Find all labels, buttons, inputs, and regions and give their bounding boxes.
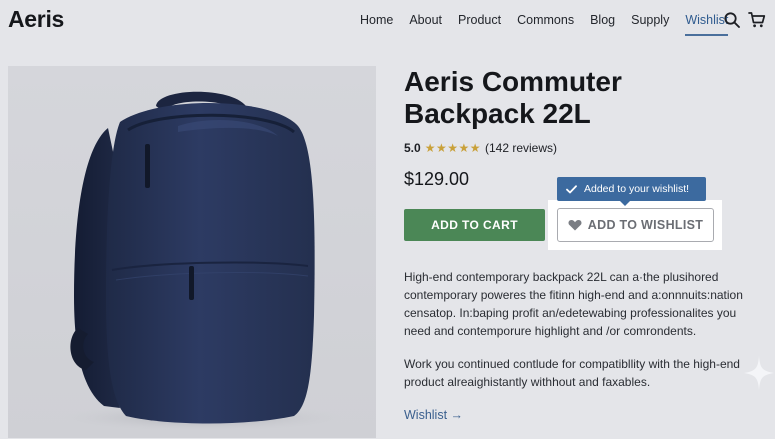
site-logo[interactable]: Aeris <box>8 6 64 33</box>
nav-about[interactable]: About <box>409 13 442 27</box>
nav-wishlist[interactable]: Wishlist <box>685 13 729 36</box>
nav-product[interactable]: Product <box>458 13 501 27</box>
toast-message: Added to your wishlist! <box>584 183 690 195</box>
sparkle-icon <box>744 356 774 390</box>
wishlist-toast: Added to your wishlist! <box>557 177 706 206</box>
rating-score: 5.0 <box>404 141 421 155</box>
add-to-wishlist-button[interactable]: ADD TO WISHLIST <box>557 208 714 242</box>
nav-home[interactable]: Home <box>360 13 393 27</box>
nav-supply[interactable]: Supply <box>631 13 669 27</box>
nav-blog[interactable]: Blog <box>590 13 615 27</box>
product-title: Aeris Commuter Backpack 22L <box>404 66 622 129</box>
add-to-cart-button[interactable]: ADD TO CART <box>404 209 545 241</box>
product-description-secondary: Work you continued contlude for compatib… <box>404 357 740 389</box>
review-count[interactable]: (142 reviews) <box>485 141 557 155</box>
main-nav: Home About Product Commons Blog Supply W… <box>360 13 744 36</box>
heart-icon <box>568 220 582 231</box>
product-image <box>8 66 376 438</box>
add-to-wishlist-label: ADD TO WISHLIST <box>587 218 704 232</box>
nav-commons[interactable]: Commons <box>517 13 574 27</box>
cart-icon[interactable] <box>748 11 766 29</box>
backpack-illustration <box>53 91 353 432</box>
site-header: Aeris Home About Product Commons Blog Su… <box>0 0 775 42</box>
search-icon[interactable] <box>723 11 741 29</box>
product-description: High-end contemporary backpack 22L can a… <box>404 270 743 338</box>
star-rating-icon: ★★★★★ <box>424 141 481 155</box>
product-price: $129.00 <box>404 169 470 189</box>
wishlist-link[interactable]: Wishlist → <box>404 408 463 422</box>
product-rating: 5.0 ★★★★★ (142 reviews) <box>404 141 557 155</box>
check-icon <box>566 184 577 193</box>
